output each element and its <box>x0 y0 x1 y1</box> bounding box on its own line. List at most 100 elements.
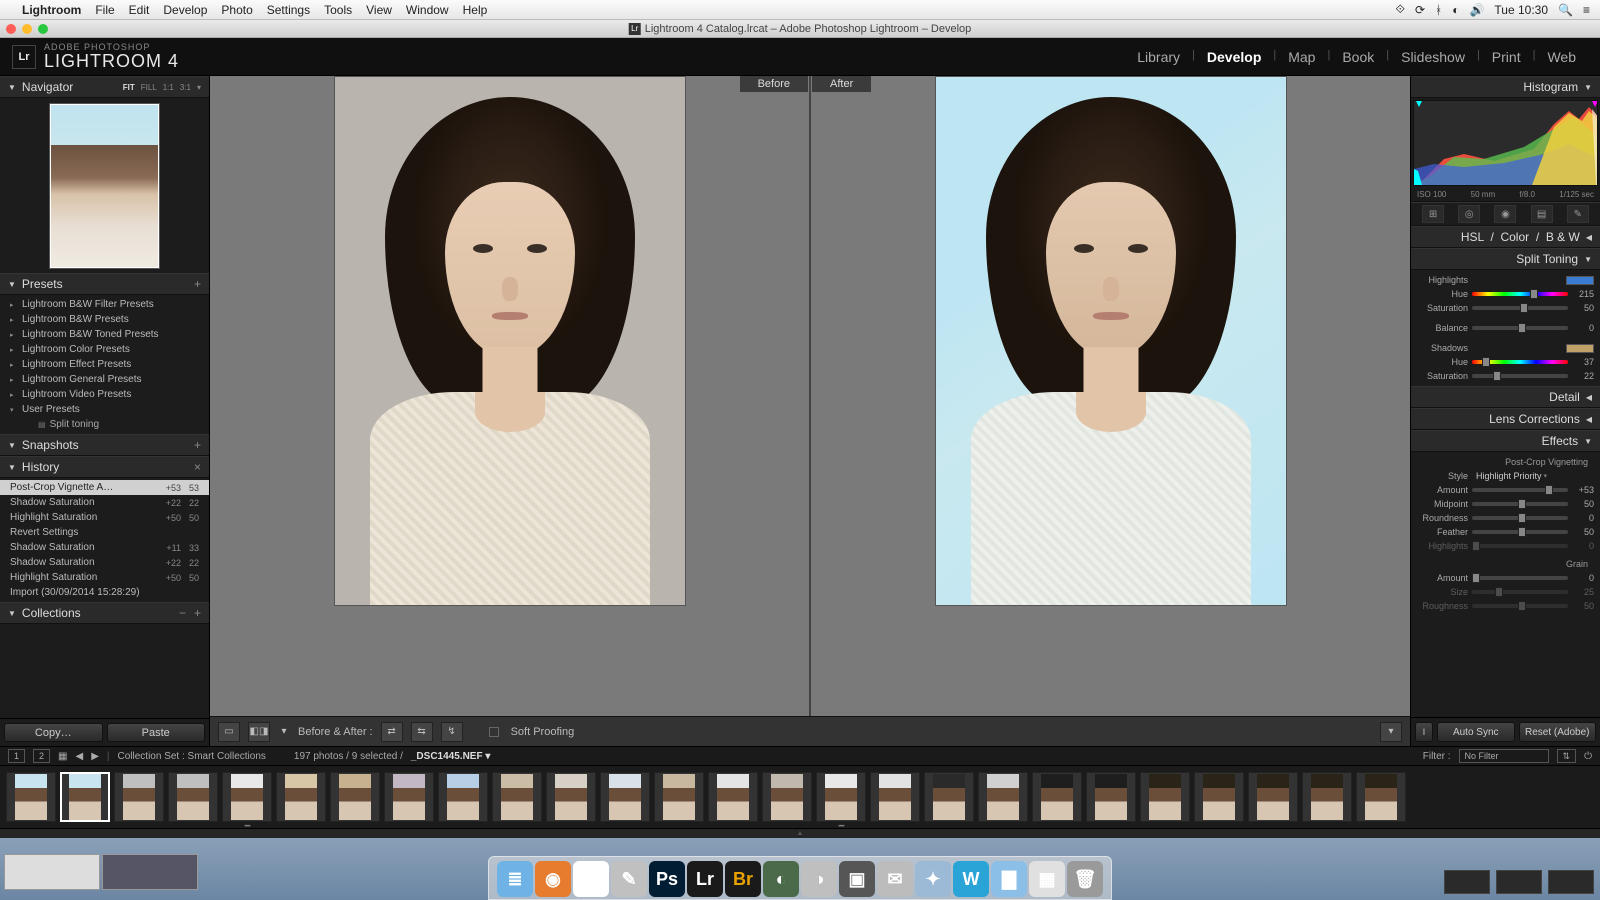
dock-app-icon[interactable]: 🗑 <box>1067 861 1103 897</box>
view-menu-icon[interactable]: ▾ <box>278 722 290 742</box>
split-toning-header[interactable]: Split Toning ▼ <box>1411 248 1600 270</box>
sync-icon[interactable]: ⟳ <box>1415 3 1425 17</box>
clear-history-icon[interactable]: × <box>194 460 201 474</box>
preset-folder[interactable]: Lightroom B&W Filter Presets <box>0 297 209 312</box>
menu-window[interactable]: Window <box>406 3 449 17</box>
filter-dropdown[interactable]: No Filter <box>1459 749 1549 763</box>
spot-tool-icon[interactable]: ◎ <box>1458 205 1480 223</box>
dock-app-icon[interactable]: ◐ <box>763 861 799 897</box>
display-icon[interactable]: ◐ <box>1452 3 1459 17</box>
filmstrip-thumbnail[interactable] <box>438 772 488 822</box>
history-step[interactable]: Shadow Saturation+2222 <box>0 495 209 510</box>
filter-lock-icon[interactable]: ⇅ <box>1557 749 1577 763</box>
pcv-roundness-value[interactable]: 0 <box>1568 513 1594 523</box>
filmstrip-thumbnail[interactable] <box>870 772 920 822</box>
dock-app-icon[interactable]: ≣ <box>497 861 533 897</box>
close-window-icon[interactable] <box>6 24 16 34</box>
module-slideshow[interactable]: Slideshow <box>1389 49 1477 65</box>
current-file[interactable]: _DSC1445.NEF ▾ <box>411 751 491 762</box>
filmstrip-thumbnail[interactable] <box>1194 772 1244 822</box>
clock[interactable]: Tue 10:30 <box>1494 3 1548 17</box>
filmstrip-thumbnail[interactable] <box>1140 772 1190 822</box>
balance-value[interactable]: 0 <box>1568 323 1594 333</box>
nav-3to1[interactable]: 3:1 <box>180 83 191 92</box>
hsl-header[interactable]: HSL / Color / B & W ◀ <box>1411 226 1600 248</box>
collections-header[interactable]: ▼ Collections − + <box>0 602 209 624</box>
module-library[interactable]: Library <box>1125 49 1192 65</box>
history-header[interactable]: ▼ History × <box>0 456 209 478</box>
navigator-preview[interactable] <box>0 98 209 273</box>
history-step[interactable]: Post-Crop Vignette A…+5353 <box>0 480 209 495</box>
dock-app-icon[interactable]: Ps <box>649 861 685 897</box>
history-step[interactable]: Highlight Saturation+5050 <box>0 510 209 525</box>
pcv-midpoint-slider[interactable] <box>1472 502 1568 506</box>
filmstrip-thumbnail[interactable] <box>1302 772 1352 822</box>
filmstrip-thumbnail[interactable] <box>654 772 704 822</box>
histogram[interactable] <box>1413 100 1598 186</box>
preset-folder[interactable]: Lightroom B&W Presets <box>0 312 209 327</box>
dock-app-icon[interactable]: ✦ <box>915 861 951 897</box>
filmstrip[interactable]: •••••••••• <box>0 766 1600 828</box>
preset-folder[interactable]: Lightroom B&W Toned Presets <box>0 327 209 342</box>
filmstrip-thumbnail[interactable] <box>1356 772 1406 822</box>
filmstrip-thumbnail[interactable] <box>6 772 56 822</box>
hl-sat-value[interactable]: 50 <box>1568 303 1594 313</box>
copy-after-to-before-icon[interactable]: ↯ <box>441 722 463 742</box>
preset-folder[interactable]: Lightroom General Presets <box>0 372 209 387</box>
module-book[interactable]: Book <box>1330 49 1386 65</box>
preset-item[interactable]: Split toning <box>0 417 209 432</box>
dock-app-icon[interactable]: ▇ <box>991 861 1027 897</box>
sync-switch-icon[interactable]: ⏽ <box>1415 722 1433 742</box>
nav-fwd-icon[interactable]: ▶ <box>91 751 99 762</box>
brush-tool-icon[interactable]: ✎ <box>1567 205 1589 223</box>
dock-minimized-app[interactable] <box>1548 870 1594 894</box>
nav-fill[interactable]: FILL <box>141 83 157 92</box>
filmstrip-thumbnail[interactable] <box>330 772 380 822</box>
lens-header[interactable]: Lens Corrections ◀ <box>1411 408 1600 430</box>
dock-app-icon[interactable]: Br <box>725 861 761 897</box>
preset-folder[interactable]: Lightroom Color Presets <box>0 342 209 357</box>
dock-app-icon[interactable]: ✉ <box>877 861 913 897</box>
histogram-header[interactable]: Histogram ▼ <box>1411 76 1600 98</box>
navigator-header[interactable]: ▼ Navigator FIT FILL 1:1 3:1 ▾ <box>0 76 209 98</box>
menu-develop[interactable]: Develop <box>163 3 207 17</box>
module-web[interactable]: Web <box>1535 49 1588 65</box>
filmstrip-thumbnail[interactable]: ••••• <box>222 772 272 822</box>
nav-fit[interactable]: FIT <box>123 83 135 92</box>
pcv-amount-value[interactable]: +53 <box>1568 485 1594 495</box>
crop-tool-icon[interactable]: ⊞ <box>1422 205 1444 223</box>
filmstrip-thumbnail[interactable] <box>384 772 434 822</box>
history-step[interactable]: Shadow Saturation+2222 <box>0 555 209 570</box>
history-step[interactable]: Highlight Saturation+5050 <box>0 570 209 585</box>
effects-header[interactable]: Effects ▼ <box>1411 430 1600 452</box>
filmstrip-thumbnail[interactable] <box>1248 772 1298 822</box>
bluetooth-icon[interactable]: ᚼ <box>1435 3 1442 17</box>
sh-hue-slider[interactable] <box>1472 360 1568 364</box>
dock-minimized-app[interactable] <box>1496 870 1542 894</box>
menu-help[interactable]: Help <box>463 3 488 17</box>
collections-minus-icon[interactable]: − <box>179 606 186 620</box>
soft-proof-checkbox[interactable] <box>489 727 499 737</box>
filmstrip-thumbnail[interactable] <box>1086 772 1136 822</box>
add-snapshot-icon[interactable]: + <box>194 438 201 452</box>
module-develop[interactable]: Develop <box>1195 49 1273 65</box>
filmstrip-thumbnail[interactable] <box>168 772 218 822</box>
toolbar-menu-icon[interactable]: ▾ <box>1380 722 1402 742</box>
grain-amount-slider[interactable] <box>1472 576 1568 580</box>
after-pane[interactable]: After <box>811 76 1410 716</box>
hl-sat-slider[interactable] <box>1472 306 1568 310</box>
filter-switch-icon[interactable]: ⏻ <box>1584 751 1592 762</box>
history-step[interactable]: Import (30/09/2014 15:28:29) <box>0 585 209 600</box>
snapshots-header[interactable]: ▼ Snapshots + <box>0 434 209 456</box>
pcv-midpoint-value[interactable]: 50 <box>1568 499 1594 509</box>
app-menu[interactable]: Lightroom <box>22 3 81 17</box>
balance-slider[interactable] <box>1472 326 1568 330</box>
presets-header[interactable]: ▼ Presets + <box>0 273 209 295</box>
hl-hue-value[interactable]: 215 <box>1568 289 1594 299</box>
history-step[interactable]: Revert Settings <box>0 525 209 540</box>
secondary-display-1[interactable]: 1 <box>8 749 25 763</box>
menu-photo[interactable]: Photo <box>221 3 252 17</box>
minimized-window[interactable] <box>4 854 100 890</box>
before-pane[interactable]: Before <box>210 76 809 716</box>
add-collection-icon[interactable]: + <box>194 606 201 620</box>
